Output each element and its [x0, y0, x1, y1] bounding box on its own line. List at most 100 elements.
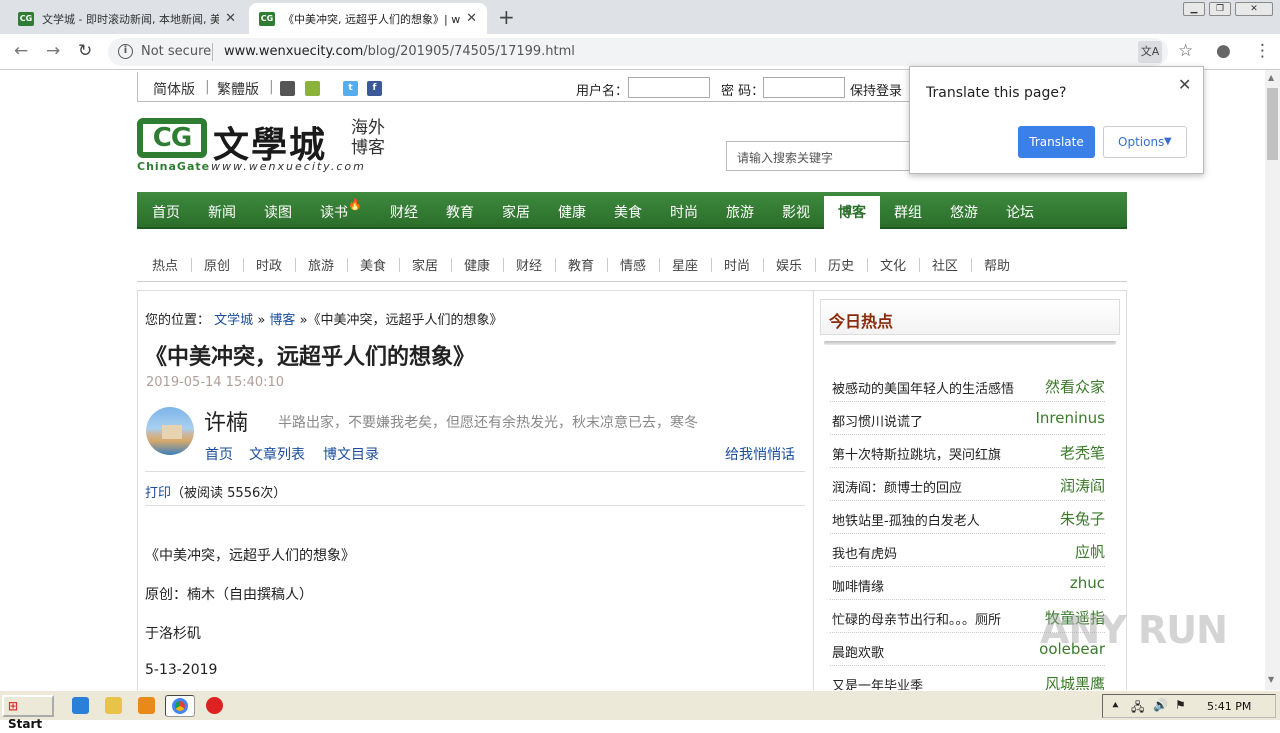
sub-nav-item[interactable]: 原创 — [204, 255, 230, 274]
hot-item-author[interactable]: 老秃笔 — [1025, 442, 1105, 463]
nav-item[interactable]: 财经 — [390, 202, 418, 222]
android-app-icon[interactable] — [305, 81, 320, 96]
hot-item-author[interactable]: 润涛阎 — [1025, 475, 1105, 496]
sub-nav-item[interactable]: 时政 — [256, 255, 282, 274]
sub-nav-item[interactable]: 美食 — [360, 255, 386, 274]
tab-close-icon[interactable]: ✕ — [466, 11, 477, 26]
tab-blog-article[interactable]: CG 《中美冲突, 远超乎人们的想象》| wo ✕ — [249, 3, 487, 34]
nav-item[interactable]: 教育 — [446, 202, 474, 222]
nav-item[interactable]: 首页 — [152, 202, 180, 222]
nav-item[interactable]: 健康 — [558, 202, 586, 222]
nav-item[interactable]: 新闻 — [208, 202, 236, 222]
site-logo[interactable]: CG 文學城 海外 博客 ChinaGate www.wenxuecity.co… — [137, 118, 397, 174]
apple-app-icon[interactable] — [280, 81, 295, 96]
back-button[interactable]: ← — [14, 42, 28, 60]
antivirus-icon[interactable] — [206, 697, 223, 714]
sub-nav-item[interactable]: 社区 — [932, 255, 958, 274]
sub-nav-item[interactable]: 历史 — [828, 255, 854, 274]
volume-icon[interactable]: 🔊 — [1153, 698, 1168, 712]
explorer-icon[interactable] — [105, 697, 122, 714]
hot-item[interactable]: 第十次特斯拉跳坑，哭问红旗 老秃笔 — [830, 435, 1105, 468]
sub-nav-item[interactable]: 教育 — [568, 255, 594, 274]
nav-item[interactable]: 影视 — [782, 202, 810, 222]
reload-button[interactable]: ↻ — [78, 42, 92, 60]
info-icon[interactable]: i — [118, 44, 133, 59]
translate-button[interactable]: Translate — [1018, 126, 1095, 158]
nav-item[interactable]: 论坛 — [1006, 202, 1034, 222]
nav-item[interactable]: 旅游 — [726, 202, 754, 222]
sub-nav-item[interactable]: 星座 — [672, 255, 698, 274]
page-scrollbar[interactable]: ▲ ▼ — [1265, 70, 1280, 690]
nav-item[interactable]: 读图 — [264, 202, 292, 222]
hot-item-title[interactable]: 润涛阎：颜博士的回应 — [832, 477, 1028, 496]
twitter-icon[interactable]: t — [343, 81, 358, 96]
address-bar[interactable]: i Not secure www.wenxuecity.com/blog/201… — [108, 38, 1168, 66]
hot-item-author[interactable]: zhuc — [1025, 574, 1105, 592]
flag-icon[interactable]: ⚑ — [1175, 698, 1186, 712]
hot-item[interactable]: 又是一年毕业季 风城黑鹰 — [830, 666, 1105, 690]
breadcrumb-blog[interactable]: 博客 — [269, 313, 295, 328]
author-catalog-link[interactable]: 博文目录 — [323, 444, 379, 464]
hot-item[interactable]: 地铁站里-孤独的白发老人 朱兔子 — [830, 501, 1105, 534]
nav-item[interactable]: 读书 — [320, 202, 348, 222]
nav-item[interactable]: 时尚 — [670, 202, 698, 222]
tab-close-icon[interactable]: ✕ — [225, 11, 236, 26]
sub-nav-item[interactable]: 娱乐 — [776, 255, 802, 274]
scroll-down-icon[interactable]: ▼ — [1268, 675, 1274, 684]
account-icon[interactable]: ● — [1216, 42, 1231, 60]
sub-nav-item[interactable]: 家居 — [412, 255, 438, 274]
hot-item-author[interactable]: Inreninus — [1025, 409, 1106, 427]
print-link[interactable]: 打印 — [145, 486, 171, 501]
close-icon[interactable]: ✕ — [1178, 75, 1191, 94]
traditional-link[interactable]: 繁體版 — [217, 79, 259, 99]
hot-item-title[interactable]: 地铁站里-孤独的白发老人 — [832, 510, 1028, 529]
start-button[interactable]: ⊞ Start — [2, 695, 54, 731]
hot-item-title[interactable]: 忙碌的母亲节出行和。。。厕所 — [832, 609, 1028, 628]
scroll-up-icon[interactable]: ▲ — [1268, 73, 1274, 82]
hot-item-title[interactable]: 第十次特斯拉跳坑，哭问红旗 — [832, 444, 1028, 463]
nav-item[interactable]: 家居 — [502, 202, 530, 222]
username-input[interactable] — [628, 77, 710, 98]
hot-item[interactable]: 润涛阎：颜博士的回应 润涛阎 — [830, 468, 1105, 501]
forward-button[interactable]: → — [46, 42, 60, 60]
simplified-link[interactable]: 简体版 — [153, 79, 195, 99]
sub-nav-item[interactable]: 健康 — [464, 255, 490, 274]
hot-item-author[interactable]: 应帆 — [1025, 541, 1105, 562]
new-tab-button[interactable]: + — [498, 7, 515, 27]
hot-item-title[interactable]: 晨跑欢歌 — [832, 642, 1028, 661]
network-icon[interactable]: 🖧 — [1131, 698, 1144, 719]
author-avatar[interactable] — [146, 407, 194, 455]
sub-nav-item[interactable]: 时尚 — [724, 255, 750, 274]
sub-nav-item[interactable]: 文化 — [880, 255, 906, 274]
hot-item-title[interactable]: 咖啡情缘 — [832, 576, 1028, 595]
author-home-link[interactable]: 首页 — [205, 444, 233, 464]
hot-item[interactable]: 都习惯川说谎了 Inreninus — [830, 402, 1105, 435]
translate-icon[interactable]: 文A — [1138, 41, 1162, 63]
restore-button[interactable]: ❐ — [1209, 2, 1231, 16]
hot-item-title[interactable]: 被感动的美国年轻人的生活感悟 — [832, 378, 1028, 397]
minimize-button[interactable]: ▁ — [1183, 2, 1205, 16]
password-input[interactable] — [763, 77, 845, 98]
sub-nav-item[interactable]: 旅游 — [308, 255, 334, 274]
hot-item-author[interactable]: 朱兔子 — [1025, 508, 1105, 529]
ie-icon[interactable] — [72, 697, 89, 714]
author-name[interactable]: 许楠 — [204, 405, 248, 437]
sub-nav-item[interactable]: 财经 — [516, 255, 542, 274]
media-player-icon[interactable] — [138, 697, 155, 714]
url-text[interactable]: www.wenxuecity.com/blog/201905/74505/171… — [224, 44, 575, 59]
nav-item[interactable]: 美食 — [614, 202, 642, 222]
hot-item[interactable]: 咖啡情缘 zhuc — [830, 567, 1105, 600]
hot-item-title[interactable]: 我也有虎妈 — [832, 543, 1028, 562]
hot-item-title[interactable]: 又是一年毕业季 — [832, 675, 1028, 690]
chrome-taskbar-button[interactable] — [165, 695, 195, 717]
hot-item-author[interactable]: 然看众家 — [1025, 376, 1105, 397]
sub-nav-item[interactable]: 情感 — [620, 255, 646, 274]
private-message-link[interactable]: 给我悄悄话 — [725, 444, 795, 464]
security-status[interactable]: Not secure — [141, 44, 211, 59]
sub-nav-item[interactable]: 热点 — [152, 255, 178, 274]
menu-icon[interactable]: ⋮ — [1254, 42, 1271, 60]
hot-item-author[interactable]: 风城黑鹰 — [1025, 673, 1105, 690]
bookmark-star-icon[interactable]: ☆ — [1178, 42, 1193, 60]
hot-item[interactable]: 我也有虎妈 应帆 — [830, 534, 1105, 567]
hot-item-title[interactable]: 都习惯川说谎了 — [832, 411, 1028, 430]
